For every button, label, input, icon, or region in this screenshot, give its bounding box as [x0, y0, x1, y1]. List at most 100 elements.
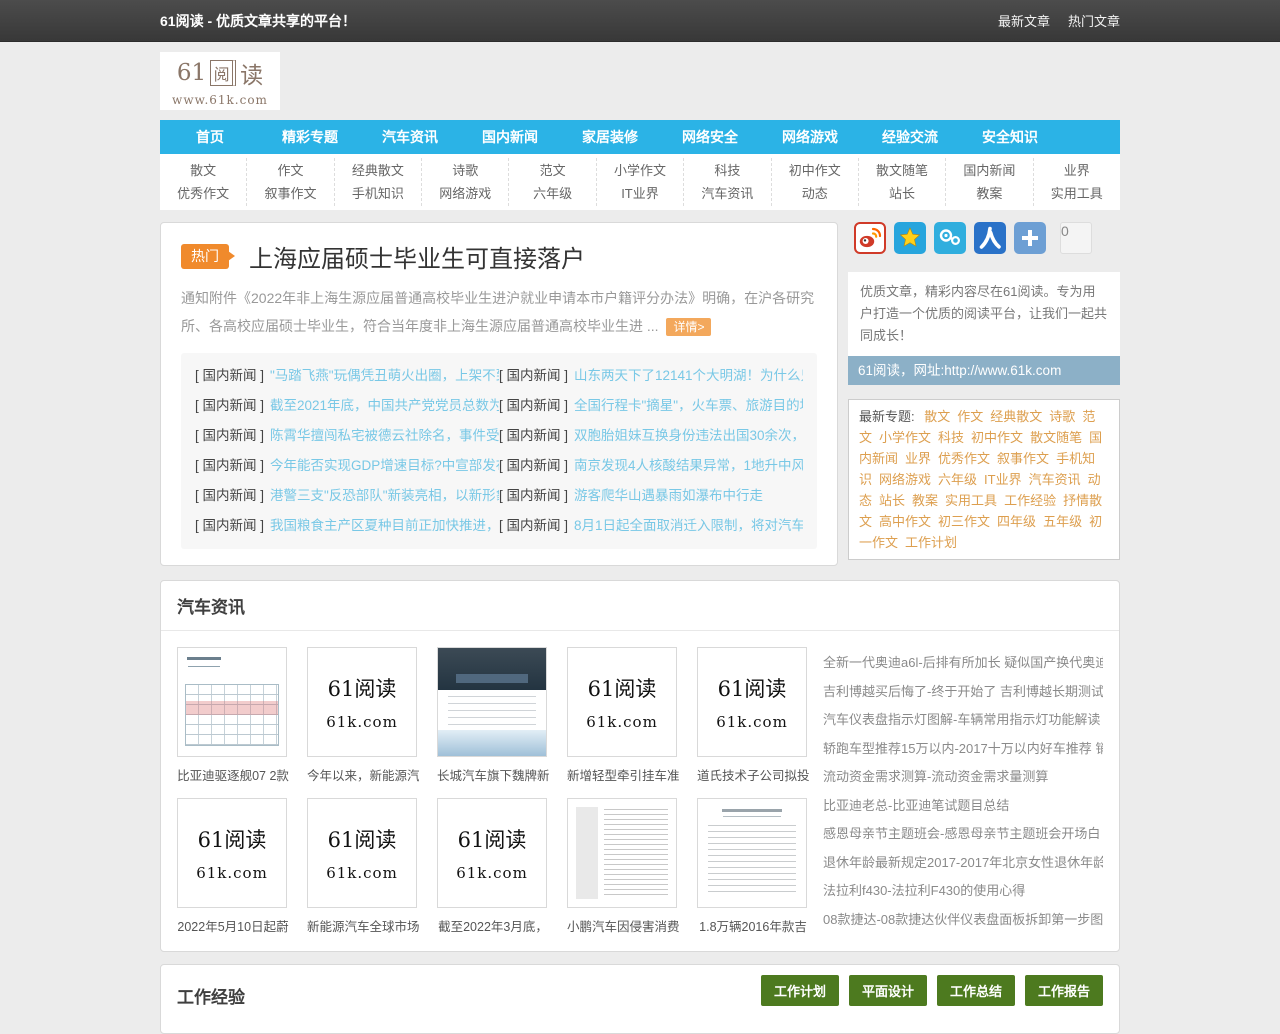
category-button[interactable]: 工作计划: [761, 975, 839, 1006]
topic-tag[interactable]: 叙事作文: [997, 451, 1049, 466]
subnav-item[interactable]: 国内新闻: [946, 159, 1032, 182]
latest-articles-link[interactable]: 最新文章: [998, 11, 1050, 30]
article-card[interactable]: 61阅读61k.com截至2022年3月底，: [437, 798, 549, 935]
news-link[interactable]: 今年能否实现GDP增速目标?中宣部发布发: [270, 451, 499, 481]
topic-tag[interactable]: 业界: [905, 451, 931, 466]
subnav-item[interactable]: 作文: [247, 159, 333, 182]
related-link[interactable]: 吉利博越买后悔了-终于开始了 吉利博越长期测试: [823, 678, 1103, 707]
topic-tag[interactable]: 高中作文: [879, 514, 931, 529]
article-card[interactable]: 1.8万辆2016年款吉: [697, 798, 809, 935]
subnav-item[interactable]: 初中作文: [772, 159, 858, 182]
news-link[interactable]: 全国行程卡"摘星"，火车票、旅游目的地等: [574, 391, 803, 421]
nav-item[interactable]: 精彩专题: [260, 120, 360, 154]
subnav-item[interactable]: 手机知识: [335, 182, 421, 205]
topic-tag[interactable]: 初中作文: [971, 430, 1023, 445]
subnav-item[interactable]: 实用工具: [1034, 182, 1120, 205]
related-link[interactable]: 08款捷达-08款捷达伙伴仪表盘面板拆卸第一步图: [823, 906, 1103, 935]
related-link[interactable]: 流动资金需求测算-流动资金需求量测算: [823, 763, 1103, 792]
topic-tag[interactable]: 散文: [924, 409, 950, 424]
related-link[interactable]: 全新一代奥迪a6l-后排有所加长 疑似国产换代奥迪: [823, 649, 1103, 678]
subnav-item[interactable]: 叙事作文: [247, 182, 333, 205]
subnav-item[interactable]: 站长: [859, 182, 945, 205]
category-button[interactable]: 平面设计: [849, 975, 927, 1006]
subnav-item[interactable]: 汽车资讯: [684, 182, 770, 205]
subnav-item[interactable]: 经典散文: [335, 159, 421, 182]
nav-item[interactable]: 网络安全: [660, 120, 760, 154]
news-link[interactable]: 山东两天下了12141个大明湖！为什么只有: [574, 361, 803, 391]
news-link[interactable]: 游客爬华山遇暴雨如瀑布中行走: [574, 481, 763, 511]
subnav-item[interactable]: 六年级: [509, 182, 595, 205]
news-link[interactable]: 陈霄华擅闯私宅被德云社除名，事件受害女: [270, 421, 499, 451]
news-link[interactable]: 港警三支"反恐部队"新装亮相，以新形象迎: [270, 481, 499, 511]
news-link[interactable]: 南京发现4人核酸结果异常，1地升中风险: [574, 451, 803, 481]
hot-articles-link[interactable]: 热门文章: [1068, 11, 1120, 30]
topic-tag[interactable]: 工作计划: [905, 535, 957, 550]
topic-tag[interactable]: 六年级: [938, 472, 977, 487]
article-card[interactable]: 61阅读61k.com道氏技术子公司拟投: [697, 647, 809, 784]
topic-tag[interactable]: 优秀作文: [938, 451, 990, 466]
nav-item[interactable]: 首页: [160, 120, 260, 154]
category-button[interactable]: 工作总结: [937, 975, 1015, 1006]
topic-tag[interactable]: 作文: [957, 409, 983, 424]
subnav-item[interactable]: 优秀作文: [160, 182, 246, 205]
related-link[interactable]: 法拉利f430-法拉利F430的使用心得: [823, 877, 1103, 906]
topic-tag[interactable]: 科技: [938, 430, 964, 445]
subnav-item[interactable]: 教案: [946, 182, 1032, 205]
share-renren-button[interactable]: [974, 222, 1006, 254]
article-card[interactable]: 61阅读61k.com新能源汽车全球市场: [307, 798, 419, 935]
share-qzone-button[interactable]: [894, 222, 926, 254]
subnav-item[interactable]: IT业界: [597, 182, 683, 205]
share-pengyou-button[interactable]: [934, 222, 966, 254]
news-link[interactable]: 截至2021年底，中国共产党党员总数为: [270, 391, 499, 421]
related-link[interactable]: 轿跑车型推荐15万以内-2017十万以内好车推荐 销: [823, 735, 1103, 764]
article-card[interactable]: 61阅读61k.com新增轻型牵引挂车准: [567, 647, 679, 784]
subnav-item[interactable]: 范文: [509, 159, 595, 182]
topic-tag[interactable]: 汽车资讯: [1029, 472, 1081, 487]
subnav-item[interactable]: 散文随笔: [859, 159, 945, 182]
subnav-item[interactable]: 科技: [684, 159, 770, 182]
topic-tag[interactable]: 教案: [912, 493, 938, 508]
topic-tag[interactable]: IT业界: [984, 472, 1022, 487]
subnav-item[interactable]: 网络游戏: [422, 182, 508, 205]
topic-tag[interactable]: 诗歌: [1049, 409, 1075, 424]
topic-tag[interactable]: 经典散文: [990, 409, 1042, 424]
site-logo[interactable]: 61 阅 读 www.61k.com: [160, 52, 280, 110]
nav-item[interactable]: 汽车资讯: [360, 120, 460, 154]
subnav-item[interactable]: 动态: [772, 182, 858, 205]
related-link[interactable]: 感恩母亲节主题班会-感恩母亲节主题班会开场白: [823, 820, 1103, 849]
article-card[interactable]: 61阅读61k.com今年以来，新能源汽: [307, 647, 419, 784]
nav-item[interactable]: 网络游戏: [760, 120, 860, 154]
nav-item[interactable]: 国内新闻: [460, 120, 560, 154]
related-link[interactable]: 退休年龄最新规定2017-2017年北京女性退休年龄: [823, 849, 1103, 878]
article-card[interactable]: 长城汽车旗下魏牌新: [437, 647, 549, 784]
topic-tag[interactable]: 站长: [879, 493, 905, 508]
news-link[interactable]: 我国粮食主产区夏种目前正加快推进，全国: [270, 511, 499, 541]
article-card[interactable]: 小鹏汽车因侵害消费: [567, 798, 679, 935]
topic-tag[interactable]: 网络游戏: [879, 472, 931, 487]
subnav-item[interactable]: 业界: [1034, 159, 1120, 182]
category-button[interactable]: 工作报告: [1025, 975, 1103, 1006]
subnav-item[interactable]: 散文: [160, 159, 246, 182]
topic-tag[interactable]: 小学作文: [879, 430, 931, 445]
nav-item[interactable]: 家居装修: [560, 120, 660, 154]
topic-tag[interactable]: 散文随笔: [1030, 430, 1082, 445]
nav-item[interactable]: 经验交流: [860, 120, 960, 154]
topic-tag[interactable]: 实用工具: [945, 493, 997, 508]
share-count[interactable]: 0: [1060, 222, 1092, 254]
news-link[interactable]: "马踏飞燕"玩偶凭丑萌火出圈，上架不到半: [270, 361, 499, 391]
topic-tag[interactable]: 四年级: [997, 514, 1036, 529]
news-link[interactable]: 8月1日起全面取消迁入限制，将对汽车市场: [574, 511, 803, 541]
news-link[interactable]: 双胞胎姐妹互换身份违法出国30余次，被哈: [574, 421, 803, 451]
subnav-item[interactable]: 小学作文: [597, 159, 683, 182]
topic-tag[interactable]: 五年级: [1043, 514, 1082, 529]
nav-item[interactable]: 安全知识: [960, 120, 1060, 154]
topic-tag[interactable]: 工作经验: [1004, 493, 1056, 508]
featured-article-title[interactable]: 上海应届硕士毕业生可直接落户: [249, 239, 585, 274]
related-link[interactable]: 汽车仪表盘指示灯图解-车辆常用指示灯功能解读: [823, 706, 1103, 735]
article-card[interactable]: 61阅读61k.com2022年5月10日起蔚: [177, 798, 289, 935]
subnav-item[interactable]: 诗歌: [422, 159, 508, 182]
article-card[interactable]: 比亚迪驱逐舰07 2款: [177, 647, 289, 784]
read-more-button[interactable]: 详情>: [666, 318, 711, 336]
share-more-button[interactable]: [1014, 222, 1046, 254]
share-weibo-button[interactable]: [854, 222, 886, 254]
